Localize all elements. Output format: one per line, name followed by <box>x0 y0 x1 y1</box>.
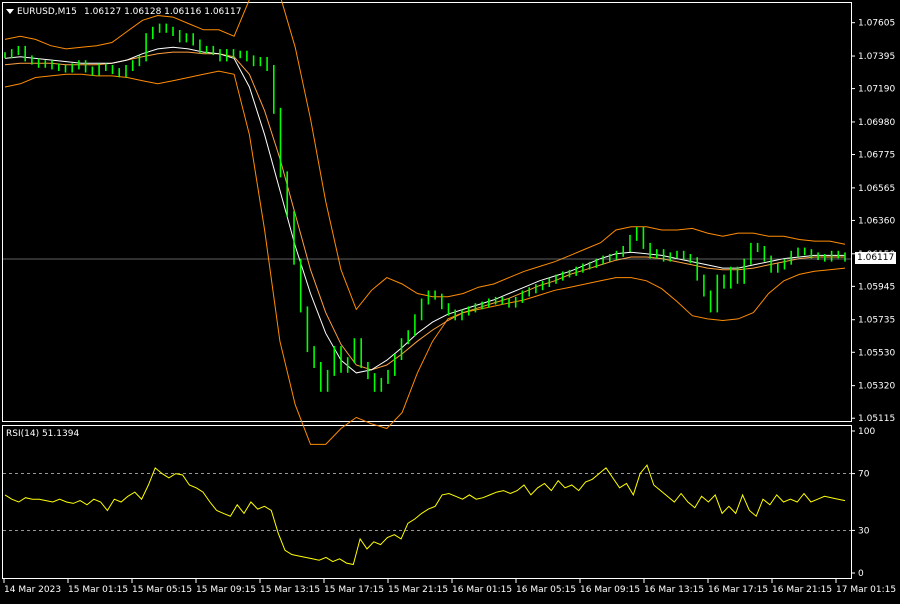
trading-chart[interactable]: 1.07605 1.07395 1.07190 1.06980 1.06775 1.065… <box>0 0 900 600</box>
rsi-plot <box>3 464 851 566</box>
moving-average-orange-line <box>4 51 845 371</box>
time-tick-label: 15 Mar 01:15 <box>68 585 128 595</box>
ohlc-values: 1.06127 1.06128 1.06116 1.06117 <box>84 7 241 17</box>
price-tick-label: 1.07190 <box>858 85 895 95</box>
time-tick-label: 14 Mar 2023 <box>4 585 61 595</box>
time-tick-label: 16 Mar 09:15 <box>580 585 640 595</box>
price-tick-label: 1.05530 <box>858 348 895 358</box>
rsi-tick-label: 30 <box>858 526 870 536</box>
symbol-title: EURUSD,M15 <box>17 7 77 17</box>
rsi-axis: 100 70 30 0 <box>851 427 875 579</box>
price-axis: 1.07605 1.07395 1.07190 1.06980 1.06775 1.065… <box>851 19 895 424</box>
chart-canvas[interactable]: 1.07605 1.07395 1.07190 1.06980 1.06775 1.065… <box>0 0 900 600</box>
price-tick-label: 1.05115 <box>858 414 895 424</box>
time-axis: 14 Mar 2023 15 Mar 01:15 15 Mar 05:15 15 Ma… <box>3 578 896 595</box>
time-tick-label: 16 Mar 17:15 <box>708 585 768 595</box>
price-tick-label: 1.05320 <box>858 382 895 392</box>
rsi-panel-frame <box>2 425 852 579</box>
price-tick-label: 1.05735 <box>858 316 895 326</box>
price-tick-label: 1.06980 <box>858 118 895 128</box>
current-price-label: 1.06117 <box>855 252 897 264</box>
time-tick-label: 16 Mar 01:15 <box>452 585 512 595</box>
time-tick-label: 15 Mar 21:15 <box>388 585 448 595</box>
price-tick-label: 1.06360 <box>858 216 895 226</box>
time-tick-label: 15 Mar 13:15 <box>260 585 320 595</box>
rsi-label: RSI(14) 51.1394 <box>6 429 79 439</box>
time-tick-label: 16 Mar 13:15 <box>644 585 704 595</box>
time-tick-label: 16 Mar 21:15 <box>772 585 832 595</box>
bollinger-upper-line <box>4 0 846 311</box>
price-tick-label: 1.07605 <box>858 19 895 29</box>
price-tick-label: 1.06565 <box>858 184 895 194</box>
price-tick-label: 1.07395 <box>858 52 895 62</box>
price-tick-label: 1.06775 <box>858 151 895 161</box>
time-tick-label: 15 Mar 09:15 <box>196 585 256 595</box>
dropdown-triangle-icon[interactable] <box>6 9 14 14</box>
main-panel-frame <box>2 2 852 422</box>
time-tick-label: 15 Mar 05:15 <box>132 585 192 595</box>
time-tick-label: 16 Mar 05:15 <box>516 585 576 595</box>
rsi-tick-label: 0 <box>858 569 864 579</box>
symbol-menu[interactable]: EURUSD,M15 <box>6 7 77 17</box>
time-tick-label: 17 Mar 01:15 <box>836 585 896 595</box>
bollinger-lower-line <box>4 70 846 445</box>
price-plot <box>4 0 846 445</box>
price-tick-label: 1.05945 <box>858 282 895 292</box>
time-tick-label: 15 Mar 17:15 <box>324 585 384 595</box>
moving-average-white-line <box>4 46 845 374</box>
rsi-tick-label: 100 <box>858 427 875 437</box>
rsi-tick-label: 70 <box>858 470 870 480</box>
rsi-line <box>4 464 846 566</box>
